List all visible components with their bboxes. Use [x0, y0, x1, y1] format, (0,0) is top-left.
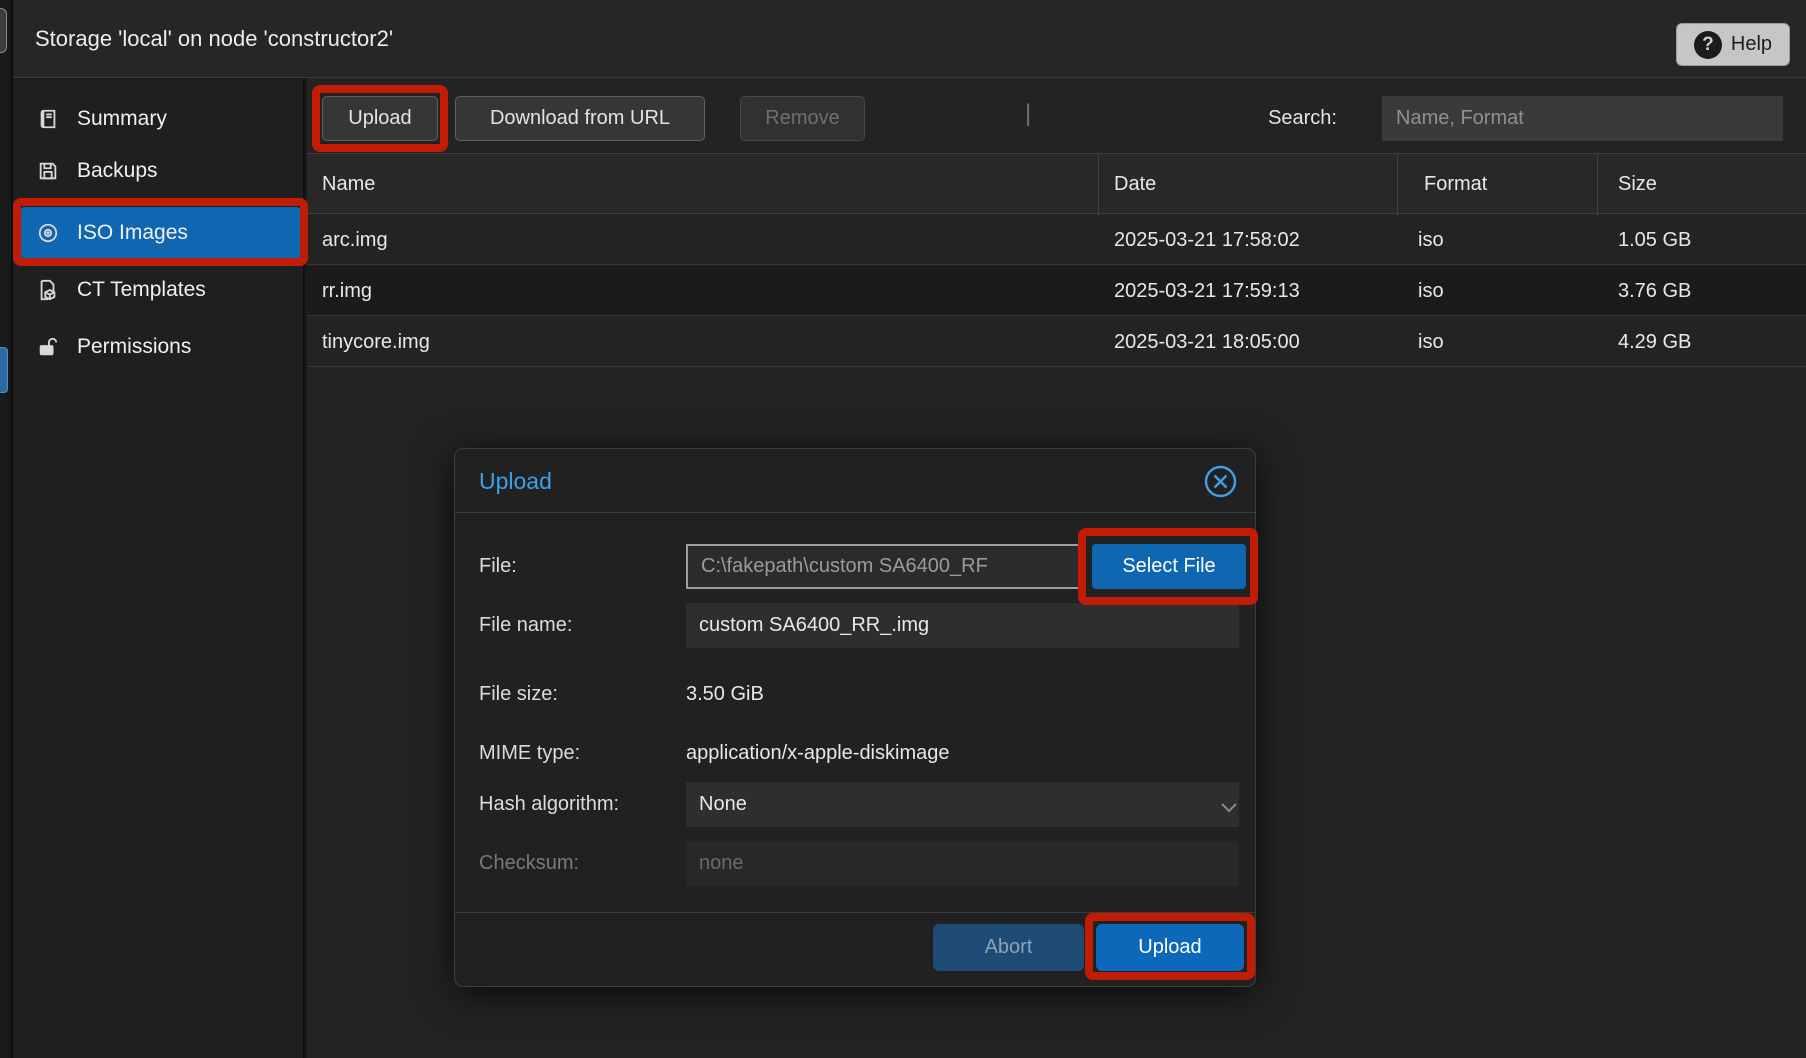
sidebar: Summary Backups ISO Images CT Templates … — [13, 79, 305, 1058]
toolbar-separator: | — [1025, 100, 1031, 128]
question-icon: ? — [1694, 31, 1722, 59]
dialog-title: Upload — [479, 449, 552, 513]
cell-name: rr.img — [322, 266, 372, 316]
floppy-icon — [37, 160, 59, 182]
column-divider — [1098, 154, 1099, 215]
hash-algorithm-label: Hash algorithm: — [479, 782, 619, 827]
cell-date: 2025-03-21 17:58:02 — [1114, 215, 1300, 265]
remove-button[interactable]: Remove — [740, 96, 865, 141]
column-divider — [1397, 154, 1398, 215]
tree-selection-sliver — [0, 347, 8, 393]
sidebar-item-permissions[interactable]: Permissions — [21, 325, 300, 369]
dialog-upload-button[interactable]: Upload — [1096, 924, 1244, 971]
close-icon[interactable] — [1204, 465, 1237, 498]
book-icon — [37, 108, 59, 130]
cell-name: arc.img — [322, 215, 388, 265]
file-name-label: File name: — [479, 603, 572, 648]
column-divider — [1597, 154, 1598, 215]
cell-format: iso — [1418, 317, 1444, 367]
help-label: Help — [1731, 33, 1772, 56]
column-header-name[interactable]: Name — [322, 154, 375, 215]
cell-date: 2025-03-21 17:59:13 — [1114, 266, 1300, 316]
sidebar-item-summary[interactable]: Summary — [21, 97, 300, 141]
sidebar-item-label: Permissions — [77, 335, 191, 359]
column-header-date[interactable]: Date — [1114, 154, 1156, 215]
table-row[interactable]: arc.img 2025-03-21 17:58:02 iso 1.05 GB — [307, 215, 1806, 265]
cell-size: 3.76 GB — [1618, 266, 1691, 316]
cell-name: tinycore.img — [322, 317, 430, 367]
upload-button[interactable]: Upload — [322, 96, 438, 141]
column-header-format[interactable]: Format — [1424, 154, 1487, 215]
checksum-input[interactable] — [686, 841, 1239, 886]
column-header-size[interactable]: Size — [1618, 154, 1657, 215]
cell-size: 4.29 GB — [1618, 317, 1691, 367]
table-row[interactable]: tinycore.img 2025-03-21 18:05:00 iso 4.2… — [307, 317, 1806, 367]
sidebar-item-label: Summary — [77, 107, 167, 131]
mime-type-value: application/x-apple-diskimage — [686, 739, 949, 767]
page-title: Storage 'local' on node 'constructor2' — [35, 0, 393, 78]
cell-size: 1.05 GB — [1618, 215, 1691, 265]
title-bar: Storage 'local' on node 'constructor2' ?… — [13, 0, 1806, 78]
search-label: Search: — [1237, 96, 1337, 141]
unlock-icon — [37, 336, 59, 358]
collapsed-tree-panel — [0, 0, 13, 1058]
footer-divider — [455, 912, 1255, 913]
file-name-input[interactable] — [686, 603, 1239, 648]
table-header: Name Date Format Size — [307, 153, 1806, 214]
sidebar-item-label: Backups — [77, 159, 158, 183]
abort-button[interactable]: Abort — [933, 924, 1084, 971]
search-input[interactable] — [1382, 96, 1783, 141]
download-from-url-button[interactable]: Download from URL — [455, 96, 705, 141]
file-label: File: — [479, 544, 517, 589]
cell-format: iso — [1418, 215, 1444, 265]
panel-expand-handle[interactable] — [0, 8, 7, 53]
cell-format: iso — [1418, 266, 1444, 316]
file-size-value: 3.50 GiB — [686, 680, 764, 708]
cell-date: 2025-03-21 18:05:00 — [1114, 317, 1300, 367]
disc-icon — [37, 222, 59, 244]
mime-type-label: MIME type: — [479, 731, 580, 776]
sidebar-item-label: CT Templates — [77, 278, 206, 302]
dialog-header[interactable]: Upload — [455, 449, 1255, 513]
file-size-label: File size: — [479, 672, 558, 717]
sidebar-item-iso-images[interactable]: ISO Images — [21, 207, 300, 259]
checksum-label: Checksum: — [479, 841, 579, 886]
app-window: Storage 'local' on node 'constructor2' ?… — [0, 0, 1806, 1058]
sidebar-item-label: ISO Images — [77, 221, 188, 245]
sidebar-item-ct-templates[interactable]: CT Templates — [21, 268, 300, 312]
upload-dialog: Upload File: Select File File name: File… — [454, 448, 1256, 987]
sidebar-item-backups[interactable]: Backups — [21, 149, 300, 193]
table-row[interactable]: rr.img 2025-03-21 17:59:13 iso 3.76 GB — [307, 266, 1806, 316]
help-button[interactable]: ? Help — [1676, 23, 1790, 66]
file-path-input[interactable] — [686, 544, 1083, 589]
template-icon — [37, 279, 59, 301]
hash-algorithm-select[interactable]: None — [686, 782, 1239, 827]
select-file-button[interactable]: Select File — [1092, 544, 1246, 589]
